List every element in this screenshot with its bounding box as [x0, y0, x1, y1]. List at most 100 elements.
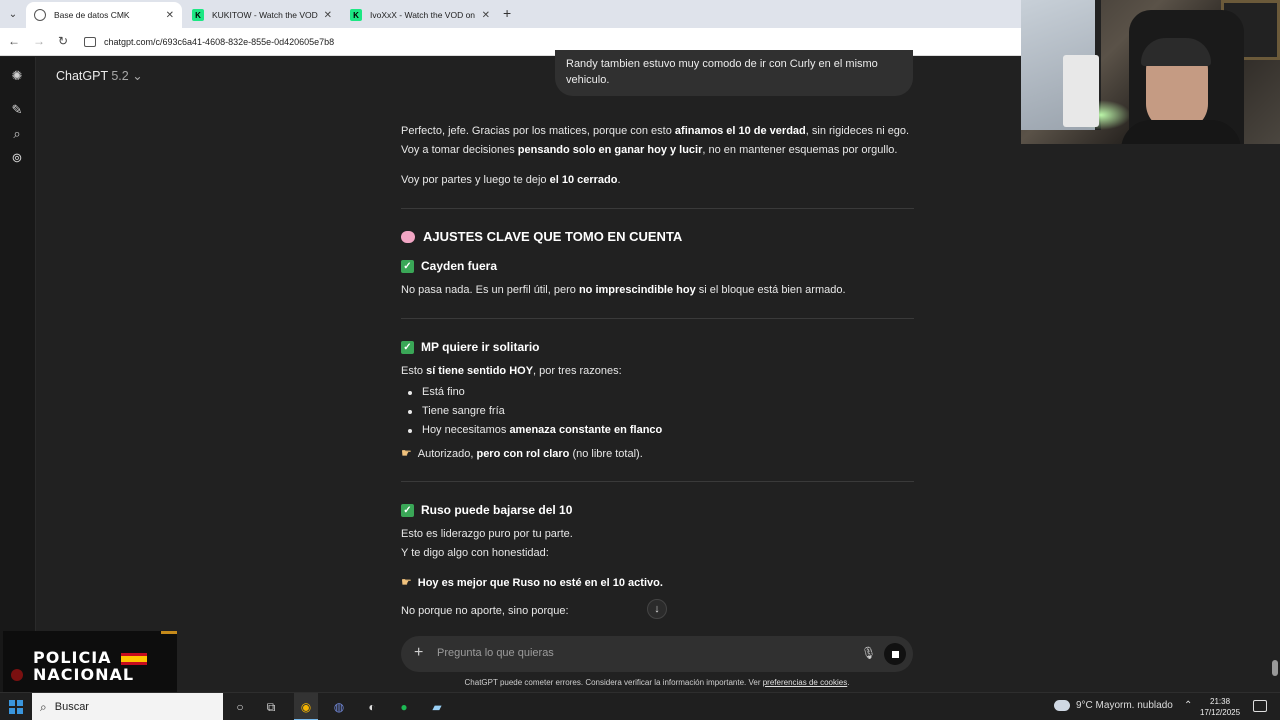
text: No pasa nada. Es un perfil útil, pero [401, 284, 579, 296]
cookie-preferences-link[interactable]: preferencias de cookies [763, 678, 848, 687]
weather-widget[interactable]: 9°C Mayorm. nublado [1054, 700, 1173, 711]
kick-favicon-icon: K [350, 9, 362, 21]
app-icon[interactable]: ◐ [364, 699, 380, 715]
policia-nacional-logo: POLICIA NACIONAL [3, 631, 177, 692]
chatgpt-favicon-icon [34, 9, 46, 21]
list-item: Tiene sangre fría [405, 402, 662, 421]
scroll-to-bottom-button[interactable]: ↓ [647, 599, 667, 619]
response-paragraph: ☛ Hoy es mejor que Ruso no esté en el 10 … [401, 573, 921, 593]
divider [401, 208, 914, 209]
tab-base-de-datos[interactable]: Base de datos CMK ✕ [26, 2, 182, 28]
forward-icon[interactable]: → [31, 34, 47, 48]
tab-kukitow[interactable]: K KUKITOW - Watch the VOD on ✕ [184, 2, 340, 28]
list-item: Hoy necesitamos amenaza constante en fla… [405, 421, 662, 440]
check-icon: ✓ [401, 259, 414, 273]
search-label: Buscar [54, 701, 89, 713]
bold-text: sí tiene sentido HOY [426, 365, 534, 377]
section-title: AJUSTES CLAVE QUE TOMO EN CUENTA [423, 229, 683, 244]
user-message-bubble: Randy tambien estuvo muy comodo de ir co… [555, 50, 913, 96]
back-icon[interactable]: ← [6, 34, 22, 48]
text: No porque no aporte, sino porque: [401, 605, 569, 617]
pointing-hand-icon: ☛ [401, 575, 412, 589]
model-selector[interactable]: ChatGPT 5.2 ⌄ [56, 68, 143, 83]
text: Esto [401, 365, 427, 377]
text: , por tres razones: [533, 365, 622, 377]
divider [401, 481, 914, 482]
taskbar-search[interactable]: ⌕ Buscar [32, 693, 223, 720]
chevron-down-icon: ⌄ [132, 69, 143, 83]
subheading-ruso: ✓ Ruso puede bajarse del 10 [401, 503, 572, 517]
reload-icon[interactable]: ↻ [55, 34, 71, 48]
response-paragraph: Esto sí tiene sentido HOY, por tres razo… [401, 362, 921, 381]
discord-icon[interactable]: ◍ [331, 699, 347, 715]
composer-input[interactable]: Pregunta lo que quieras [437, 647, 554, 659]
close-tab-icon[interactable]: ✕ [482, 10, 490, 21]
spotify-icon[interactable]: ● [396, 699, 412, 715]
message-composer[interactable]: + Pregunta lo que quieras 🎙 [401, 636, 913, 672]
subheading-text: MP quiere ir solitario [421, 340, 540, 354]
tab-title: IvoXxX - Watch the VOD on Kic [370, 10, 476, 20]
response-paragraph: Voy por partes y luego te dejo el 10 cer… [401, 171, 921, 190]
sidebar-rail: ✺ ✎ ⌕ ⊚ [0, 57, 36, 692]
chrome-icon[interactable]: ◉ [298, 699, 314, 715]
text: Autorizado, [417, 448, 477, 460]
bold-text: pero con rol claro [476, 448, 570, 460]
tab-title: KUKITOW - Watch the VOD on [212, 10, 318, 20]
site-info-icon[interactable] [84, 37, 96, 47]
text: Hoy necesitamos [422, 424, 510, 436]
task-view-icon[interactable]: ⧉ [263, 699, 279, 715]
spain-flag-icon [121, 653, 147, 665]
disclaimer-text: . [847, 678, 850, 687]
disclaimer: ChatGPT puede cometer errores. Considera… [401, 678, 913, 687]
search-icon[interactable]: ⌕ [9, 126, 25, 142]
bold-text: no imprescindible hoy [578, 284, 696, 296]
check-icon: ✓ [401, 340, 414, 354]
new-tab-button[interactable]: + [503, 5, 511, 21]
bullet-list: Está fino Tiene sangre fría Hoy necesita… [405, 383, 662, 440]
subheading-text: Cayden fuera [421, 259, 498, 273]
text: (no libre total). [569, 448, 643, 460]
user-message-line: vehiculo. [566, 74, 610, 86]
response-paragraph: ☛ Autorizado, pero con rol claro (no libr… [401, 444, 921, 464]
section-heading: AJUSTES CLAVE QUE TOMO EN CUENTA [401, 229, 682, 244]
text: Esto es liderazgo puro por tu parte. [401, 528, 573, 540]
subheading-cayden: ✓ Cayden fuera [401, 259, 497, 273]
page-scrollbar[interactable] [1272, 660, 1278, 676]
brain-icon [401, 230, 415, 243]
windows-start-icon[interactable] [9, 700, 23, 714]
stop-generating-button[interactable] [884, 643, 906, 665]
app-window-icon[interactable]: ▰ [429, 699, 445, 715]
logo-accent [161, 631, 177, 634]
text: . [617, 174, 621, 186]
taskbar-clock[interactable]: 21:38 17/12/2025 [1200, 696, 1240, 718]
library-icon[interactable]: ⊚ [9, 150, 25, 166]
text: , no en mantener esquemas por orgullo. [702, 144, 898, 156]
new-chat-icon[interactable]: ✎ [9, 102, 25, 118]
stop-icon [891, 650, 899, 658]
notification-icon[interactable] [1253, 700, 1267, 712]
address-bar[interactable]: chatgpt.com/c/693c6a41-4608-832e-855e-0d… [84, 32, 1024, 52]
close-tab-icon[interactable]: ✕ [324, 10, 332, 21]
text: si el bloque está bien armado. [695, 284, 846, 296]
tab-ivoxxx[interactable]: K IvoXxX - Watch the VOD on Kic ✕ [342, 2, 498, 28]
bold-text: el 10 cerrado [549, 174, 618, 186]
clock-time: 21:38 [1210, 697, 1231, 706]
text: Voy a tomar decisiones [401, 144, 518, 156]
search-icon: ⌕ [40, 699, 47, 714]
tab-search-chevron-icon[interactable]: ⌄ [4, 5, 22, 23]
microphone-icon[interactable]: 🎙 [861, 646, 876, 661]
text: , sin rigideces ni ego. [805, 125, 910, 137]
close-tab-icon[interactable]: ✕ [166, 10, 174, 21]
webcam-overlay [1021, 0, 1280, 144]
chevron-up-icon[interactable]: ⌃ [1184, 700, 1192, 711]
cortana-icon[interactable]: ○ [232, 699, 248, 715]
tab-title: Base de datos CMK [54, 10, 130, 20]
clock-date: 17/12/2025 [1200, 708, 1241, 717]
openai-logo-icon[interactable]: ✺ [9, 68, 25, 84]
list-item: Está fino [405, 383, 662, 402]
pointing-hand-icon: ☛ [401, 446, 412, 460]
url-text: chatgpt.com/c/693c6a41-4608-832e-855e-0d… [104, 37, 335, 47]
add-attachment-icon[interactable]: + [414, 644, 423, 662]
subheading-text: Ruso puede bajarse del 10 [421, 503, 573, 517]
streamer-cap [1141, 38, 1211, 66]
